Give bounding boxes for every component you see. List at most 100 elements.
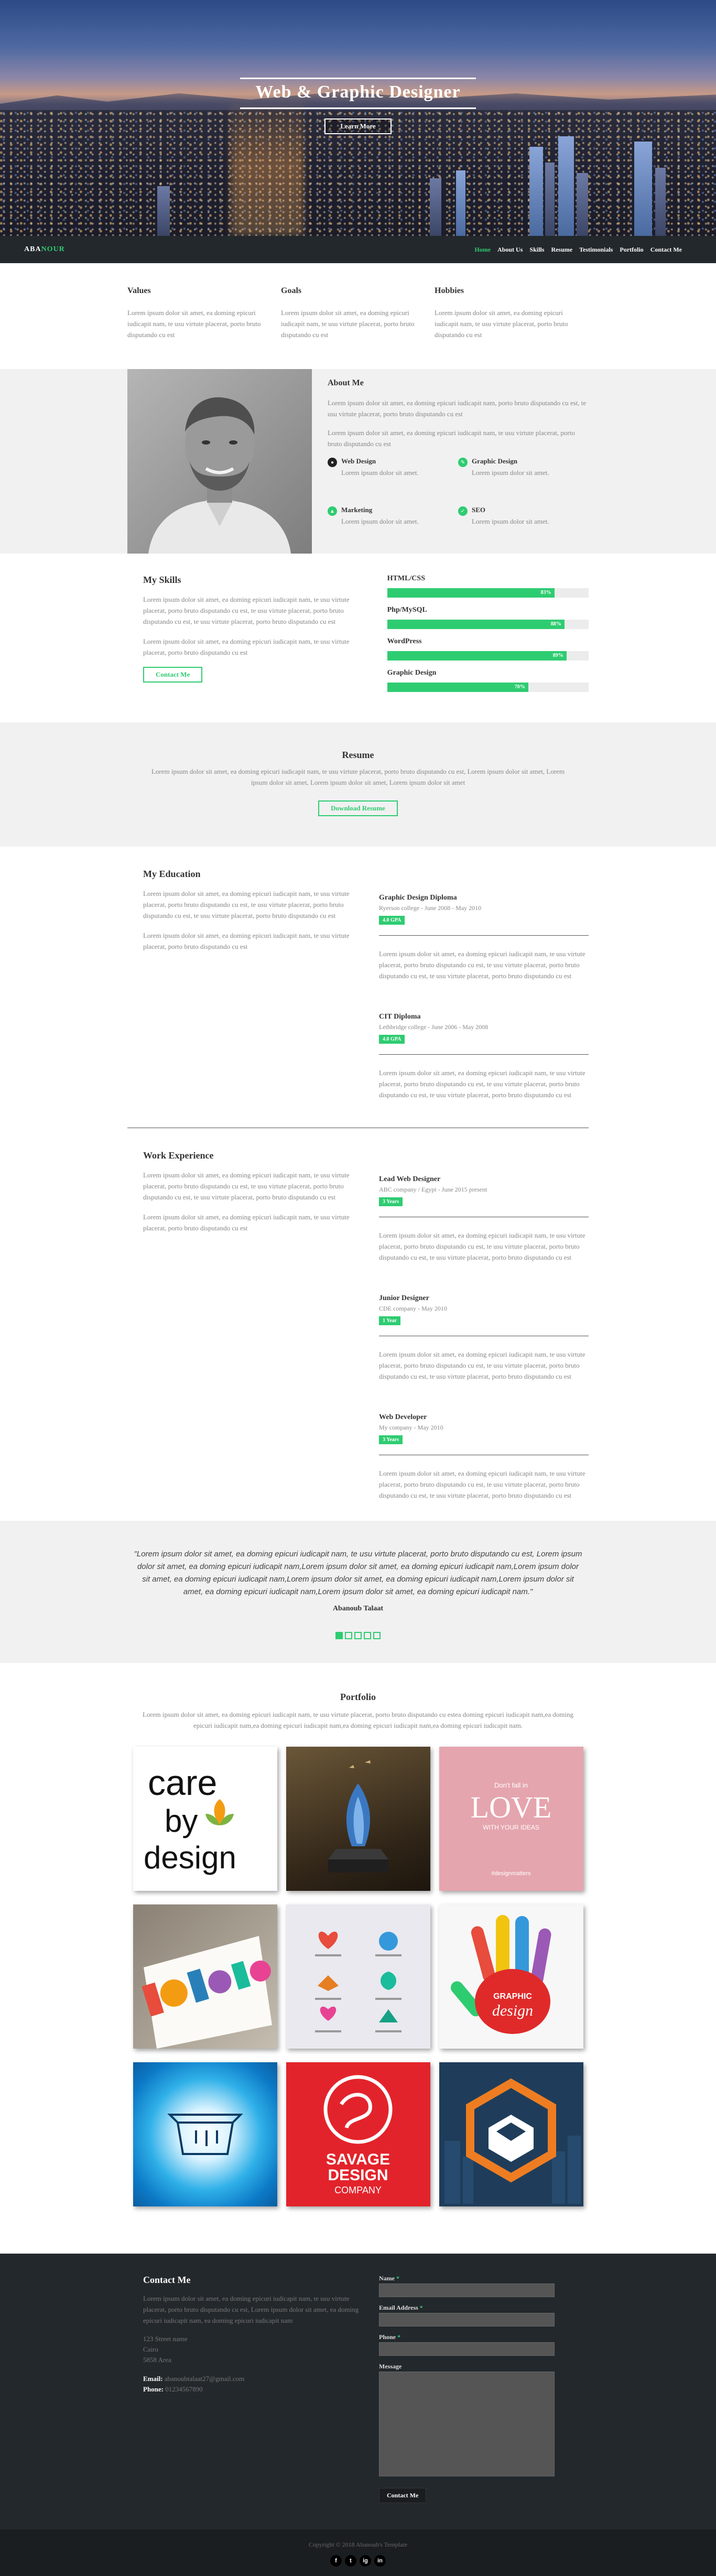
resume-text: Lorem ipsum dolor sit amet, ea doming ep… [151,767,565,786]
footer: Copyright © 2018 Abanoub's Template f t … [0,2529,716,2576]
submit-contact-button[interactable]: Contact Me [379,2488,427,2503]
services-grid: ● Web Design Lorem ipsum dolor sit amet. … [328,457,589,535]
hobbies-title: Hobbies [435,286,464,295]
carousel-dot[interactable] [364,1632,371,1639]
goals-title: Goals [281,286,302,295]
portfolio-item-savage-design[interactable]: SAVAGE DESIGN COMPANY [286,2062,430,2206]
about-paragraph: Lorem ipsum dolor sit amet, ea doming ep… [328,429,575,448]
nav-item-portfolio[interactable]: Portfolio [620,246,643,254]
hero-title: Web & Graphic Designer [255,82,461,102]
goals-text: Lorem ipsum dolor sit amet, ea doming ep… [281,309,415,339]
nav-item-testimonials[interactable]: Testimonials [579,246,613,254]
svg-text:design: design [144,1840,236,1875]
portfolio-item-care-by-design[interactable]: care by design [133,1747,277,1891]
phone-field[interactable] [379,2342,555,2356]
duration-badge: 1 Year [379,1316,401,1325]
nav-item-home[interactable]: Home [474,246,491,254]
carousel-dot[interactable] [373,1632,381,1639]
skill-progress-fill: 89% [387,651,567,661]
portfolio-item-hexagon-logo[interactable] [439,2062,583,2206]
nav-item-skills[interactable]: Skills [529,246,544,254]
skill-bars: HTML/CSS 83% Php/MySQL 88% WordPress 89%… [387,575,589,700]
portfolio-item-colorful-typography[interactable] [133,1904,277,2049]
brand-logo[interactable]: ABANOUR [24,245,65,254]
globe-icon: ● [328,458,337,467]
chart-icon: ▲ [328,506,337,516]
contact-email[interactable]: abanoubtalaat27@gmail.com [165,2375,244,2383]
skills-section: My Skills Lorem ipsum dolor sit amet, ea… [0,554,716,722]
svg-text:SAVAGE: SAVAGE [326,2151,389,2168]
work-entry: Lead Web Designer ABC company / Egypt - … [379,1175,589,1263]
twitter-icon[interactable]: t [345,2555,356,2567]
svg-text:DESIGN: DESIGN [328,2167,388,2184]
contact-section: Contact Me Lorem ipsum dolor sit amet, e… [0,2254,716,2529]
portfolio-text: Lorem ipsum dolor sit amet, ea doming ep… [142,1711,574,1729]
values-title: Values [127,286,151,295]
work-experience-section: Work Experience Lorem ipsum dolor sit am… [0,1128,716,1521]
resume-section: Resume Lorem ipsum dolor sit amet, ea do… [0,722,716,847]
values-text: Lorem ipsum dolor sit amet, ea doming ep… [127,309,261,339]
skill-graphic-design: Graphic Design 70% [387,669,589,692]
linkedin-icon[interactable]: in [374,2555,386,2567]
testimonial-author: Abanoub Talaat [332,1605,384,1612]
svg-text:by: by [165,1803,198,1838]
duration-badge: 3 Years [379,1197,403,1206]
contact-me-button[interactable]: Contact Me [143,667,203,683]
hobbies-column: Hobbies Lorem ipsum dolor sit amet, ea d… [435,286,588,340]
skill-wordpress: WordPress 89% [387,637,589,661]
copyright: Copyright © 2018 Abanoub's Template [308,2541,408,2548]
about-paragraph: Lorem ipsum dolor sit amet, ea doming ep… [328,399,587,418]
portfolio-item-graphic-design-hand[interactable]: GRAPHIC design [439,1904,583,2049]
skill-progress-fill: 88% [387,620,565,629]
svg-text:Don't fall in: Don't fall in [494,1781,528,1789]
download-resume-button[interactable]: Download Resume [318,800,398,816]
svg-text:COMPANY: COMPANY [334,2185,382,2195]
carousel-dot[interactable] [345,1632,352,1639]
instagram-icon[interactable]: ig [360,2555,371,2567]
work-title: Work Experience [143,1150,214,1161]
facebook-icon[interactable]: f [330,2555,342,2567]
email-field[interactable] [379,2313,555,2326]
carousel-dots [0,1632,716,1639]
education-entry: Graphic Design Diploma Ryerson college -… [379,894,589,981]
message-textarea[interactable] [379,2372,555,2476]
education-timeline: Graphic Design Diploma Ryerson college -… [379,869,589,1108]
portfolio-item-flame-award[interactable] [286,1747,430,1891]
nav-menu: Home About Us Skills Resume Testimonials… [474,246,682,254]
skill-progress-fill: 70% [387,683,528,692]
learn-more-button[interactable]: Learn More [324,118,392,134]
main-navbar: ABANOUR Home About Us Skills Resume Test… [0,236,716,263]
gpa-badge: 4.0 GPA [379,1035,405,1044]
work-timeline: Lead Web Designer ABC company / Egypt - … [379,1150,589,1501]
about-title: About Me [328,378,364,387]
portfolio-item-dont-fall-in-love[interactable]: Don't fall in LOVE WITH YOUR IDEAS #desi… [439,1747,583,1891]
nav-item-contact[interactable]: Contact Me [650,246,682,254]
gpa-badge: 4.0 GPA [379,916,405,925]
svg-text:GRAPHIC: GRAPHIC [493,1992,532,2001]
nav-item-about[interactable]: About Us [497,246,523,254]
portfolio-section: Portfolio Lorem ipsum dolor sit amet, ea… [0,1663,716,2254]
carousel-dot[interactable] [354,1632,362,1639]
svg-text:care: care [148,1763,217,1803]
contact-info: Contact Me Lorem ipsum dolor sit amet, e… [127,2275,363,2503]
name-field[interactable] [379,2283,555,2297]
skill-php-mysql: Php/MySQL 88% [387,606,589,629]
carousel-dot[interactable] [335,1632,343,1639]
svg-text:WITH YOUR IDEAS: WITH YOUR IDEAS [483,1824,539,1831]
portfolio-item-logo-icons[interactable] [286,1904,430,2049]
testimonials-section: "Lorem ipsum dolor sit amet, ea doming e… [0,1521,716,1663]
skills-intro: My Skills Lorem ipsum dolor sit amet, ea… [127,575,352,700]
skills-title: My Skills [143,575,181,585]
skill-html-css: HTML/CSS 83% [387,575,589,598]
hobbies-text: Lorem ipsum dolor sit amet, ea doming ep… [435,309,568,339]
values-column: Values Lorem ipsum dolor sit amet, ea do… [127,286,281,340]
nav-item-resume[interactable]: Resume [551,246,572,254]
values-goals-hobbies-section: Values Lorem ipsum dolor sit amet, ea do… [0,263,716,369]
contact-phone[interactable]: 01234567890 [165,2385,203,2393]
portfolio-grid: care by design Don't fall in LOVE WITH Y… [0,1747,716,2206]
social-links: f t ig in [0,2555,716,2567]
contact-title: Contact Me [143,2275,191,2285]
education-section: My Education Lorem ipsum dolor sit amet,… [0,847,716,1128]
portfolio-item-blue-box[interactable] [133,2062,277,2206]
hero-section: Web & Graphic Designer Learn More [0,0,716,236]
